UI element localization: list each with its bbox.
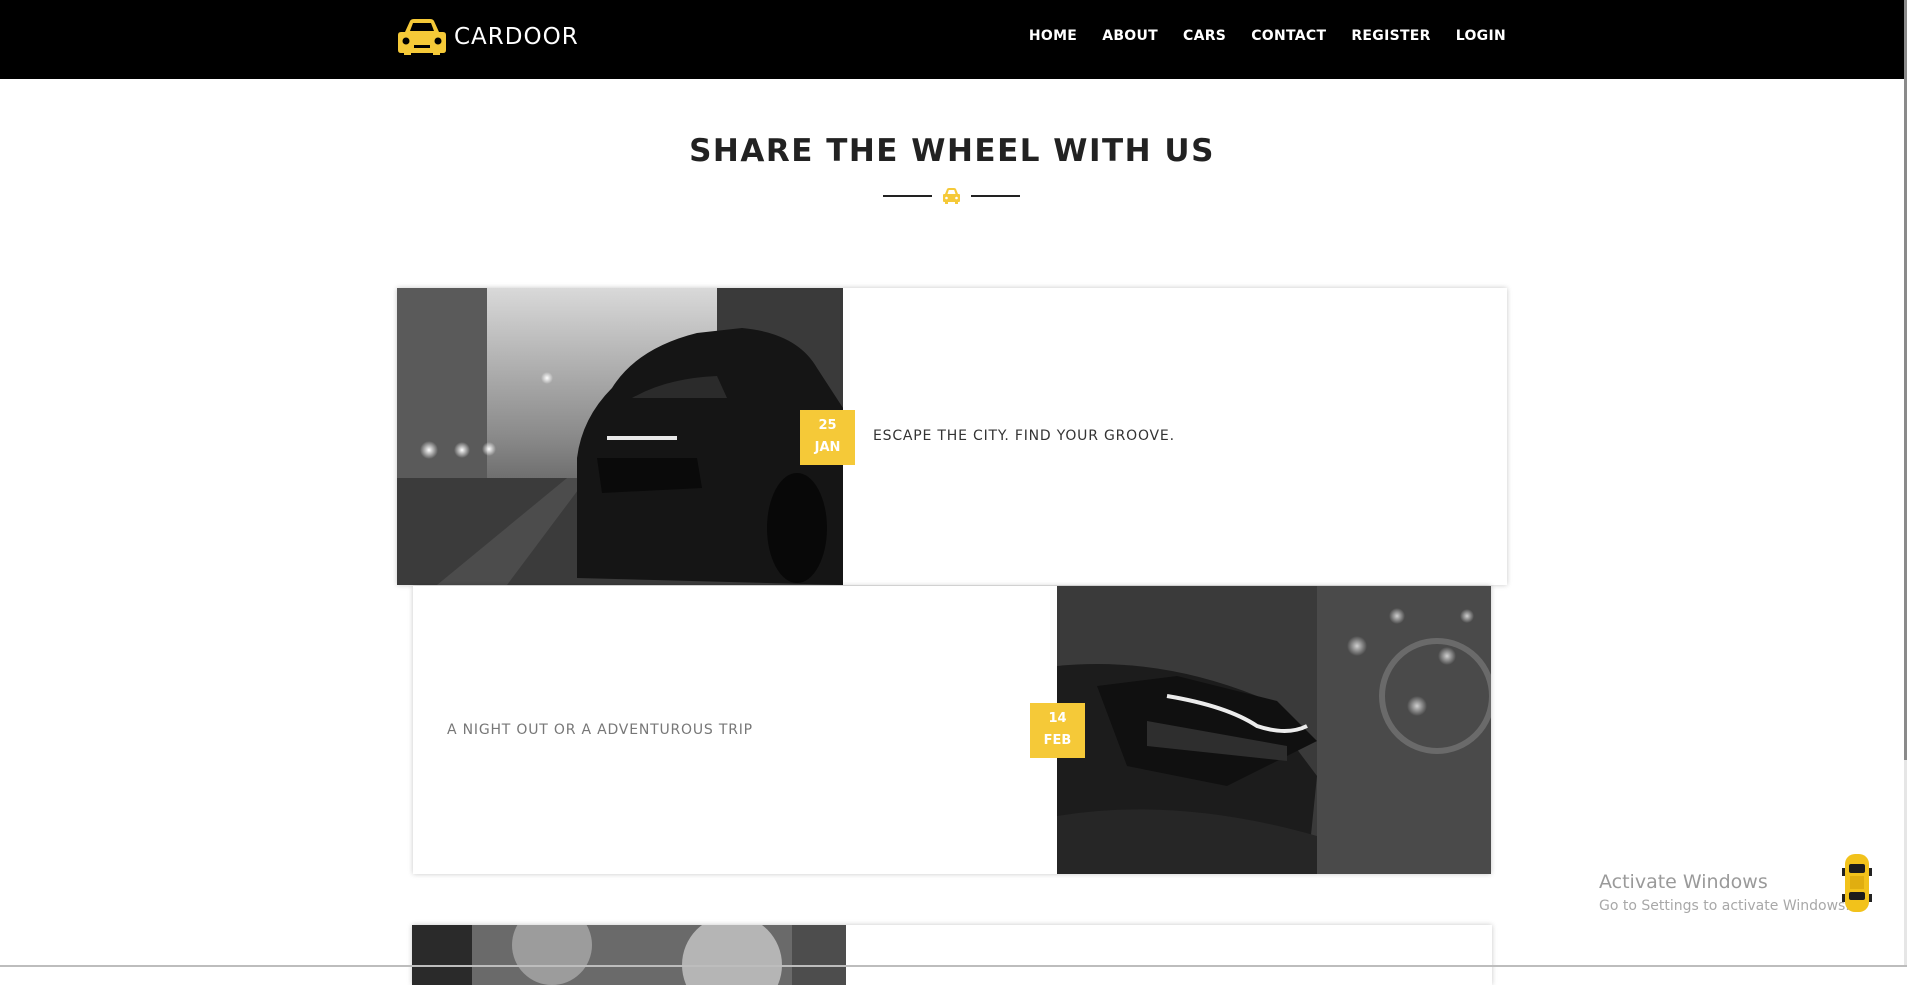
date-day: 14 bbox=[1048, 711, 1067, 726]
post-image-car-rear[interactable] bbox=[397, 288, 843, 585]
date-badge[interactable]: 25 JAN bbox=[800, 410, 855, 465]
section-title: SHARE THE WHEEL WITH US bbox=[689, 133, 1215, 169]
nav-home[interactable]: HOME bbox=[1029, 28, 1077, 44]
nav-register[interactable]: REGISTER bbox=[1351, 28, 1430, 44]
post-image-taillight[interactable] bbox=[1057, 586, 1491, 874]
brand-logo[interactable]: CARDOOR bbox=[397, 18, 579, 56]
brand-name: CARDOOR bbox=[454, 24, 579, 50]
date-month: FEB bbox=[1043, 733, 1072, 748]
nav-contact[interactable]: CONTACT bbox=[1251, 28, 1326, 44]
divider-line-left bbox=[883, 195, 932, 197]
date-day: 25 bbox=[818, 418, 837, 433]
title-divider bbox=[883, 186, 1020, 206]
car-logo-icon bbox=[398, 19, 446, 55]
post-image-car[interactable] bbox=[412, 925, 846, 985]
activate-windows-subtitle: Go to Settings to activate Windows. bbox=[1599, 898, 1850, 914]
activate-windows-title: Activate Windows bbox=[1599, 871, 1768, 893]
blog-card[interactable]: A NIGHT OUT OR A ADVENTUROUS TRIP 14 FEB bbox=[413, 586, 1491, 874]
divider-line-right bbox=[971, 195, 1020, 197]
nav-cars[interactable]: CARS bbox=[1183, 28, 1226, 44]
car-icon bbox=[943, 188, 960, 204]
main-nav: HOME ABOUT CARS CONTACT REGISTER LOGIN bbox=[1004, 28, 1506, 44]
nav-login[interactable]: LOGIN bbox=[1456, 28, 1506, 44]
date-month: JAN bbox=[814, 440, 841, 455]
blog-card[interactable]: 25 JAN ESCAPE THE CITY. FIND YOUR GROOVE… bbox=[397, 288, 1507, 585]
top-navbar: CARDOOR HOME ABOUT CARS CONTACT REGISTER… bbox=[0, 0, 1904, 79]
nav-about[interactable]: ABOUT bbox=[1102, 28, 1158, 44]
date-badge[interactable]: 14 FEB bbox=[1030, 703, 1085, 758]
blog-card[interactable] bbox=[412, 925, 1492, 985]
post-title[interactable]: ESCAPE THE CITY. FIND YOUR GROOVE. bbox=[873, 428, 1175, 444]
yellow-taxi-icon[interactable] bbox=[1842, 852, 1872, 914]
post-title[interactable]: A NIGHT OUT OR A ADVENTUROUS TRIP bbox=[447, 722, 753, 738]
